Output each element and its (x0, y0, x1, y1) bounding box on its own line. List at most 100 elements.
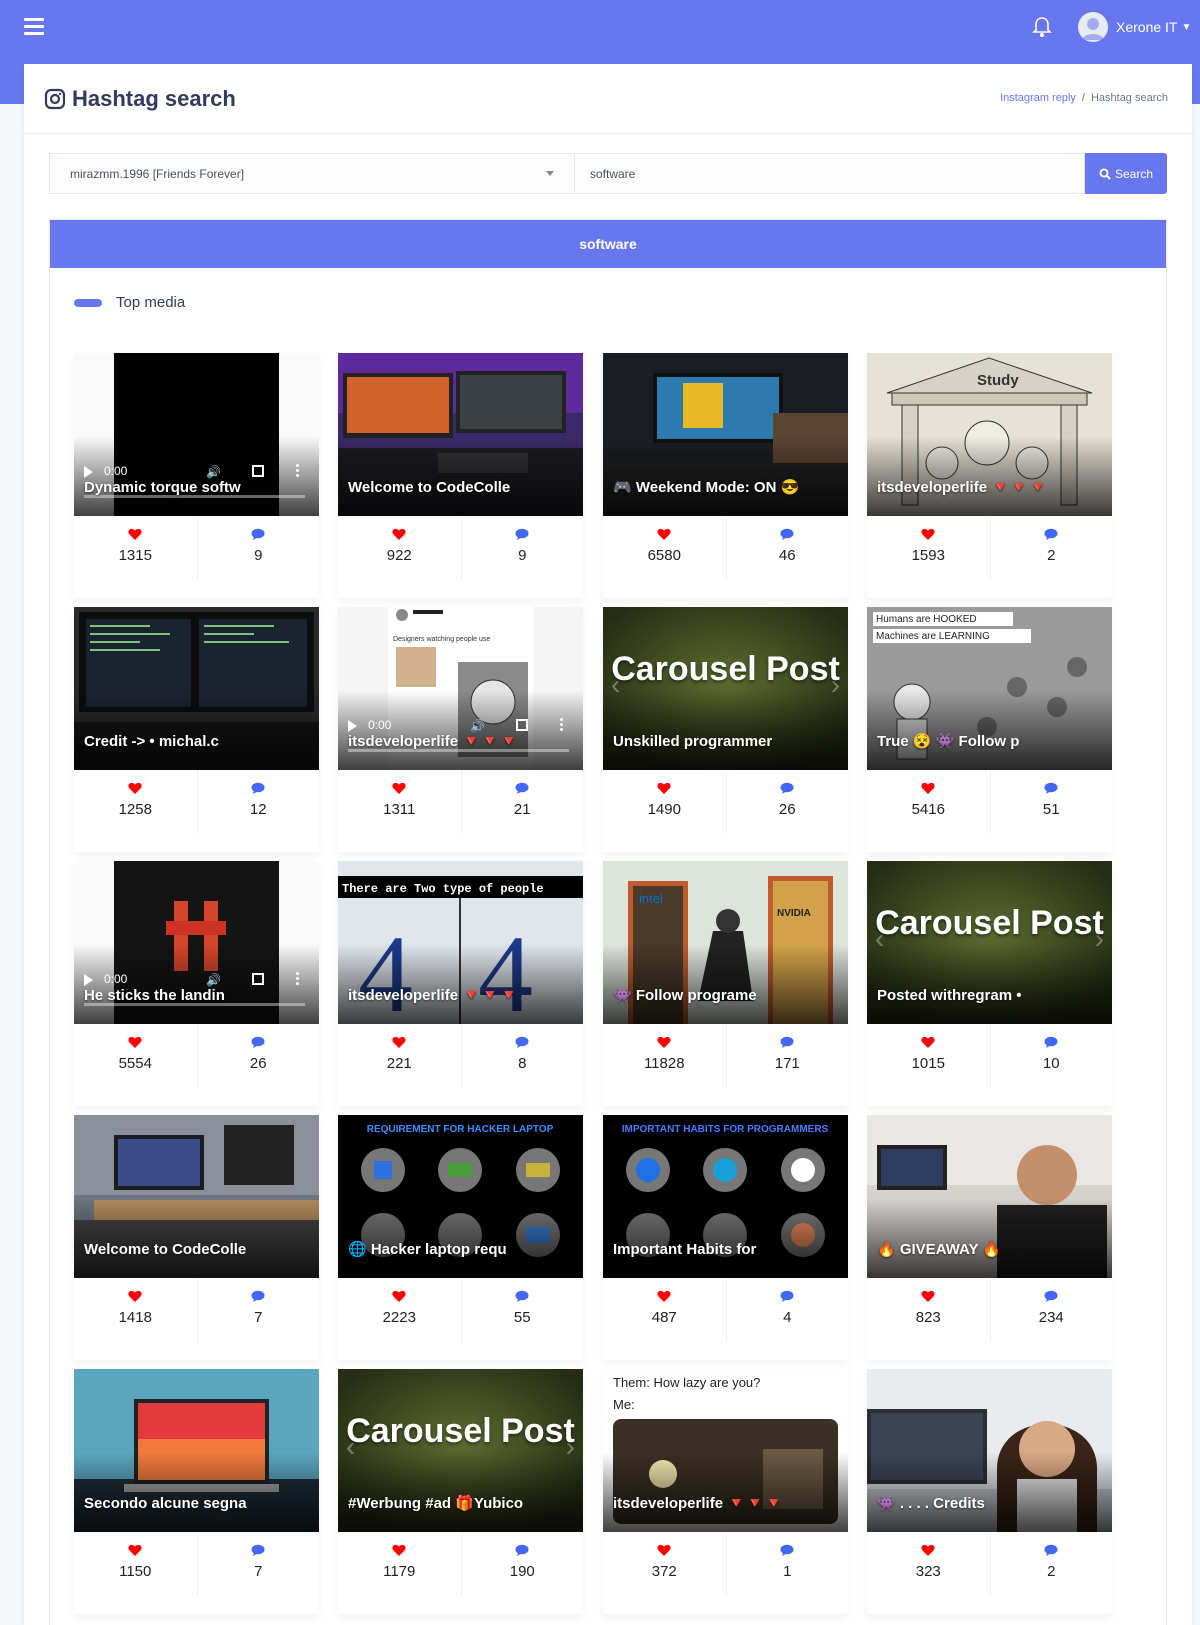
media-thumbnail[interactable]: 🎮 Weekend Mode: ON 😎 (603, 353, 848, 516)
heart-icon (392, 1036, 406, 1048)
more-options-icon[interactable] (560, 718, 563, 733)
comment-icon (515, 528, 529, 540)
comments-count: 55 (513, 1309, 531, 1326)
comments-stat: 21 (460, 770, 584, 834)
comment-icon (780, 782, 794, 794)
breadcrumb-link-instagram-reply[interactable]: Instagram reply (1000, 92, 1076, 104)
heart-icon (657, 782, 671, 794)
caption-shade (74, 690, 319, 770)
heart-icon (128, 782, 142, 794)
likes-stat: 1258 (74, 770, 197, 834)
likes-count: 487 (651, 1309, 677, 1326)
media-thumbnail[interactable]: 0:00 🔊 He sticks the landin (74, 861, 319, 1024)
volume-icon[interactable]: 🔊 (470, 719, 485, 733)
media-stats: 1311 21 (338, 770, 583, 834)
caption-shade (338, 1452, 583, 1532)
caption-shade (867, 1198, 1112, 1278)
media-caption: Unskilled programmer (613, 733, 773, 750)
comment-icon (251, 782, 265, 794)
media-caption: itsdeveloperlife 🔻🔻🔻 (348, 987, 519, 1004)
fullscreen-icon[interactable] (252, 973, 264, 985)
media-thumbnail[interactable]: Credit -> • michal.c (74, 607, 319, 770)
comment-icon (1044, 528, 1058, 540)
media-thumbnail[interactable]: Secondo alcune segna (74, 1369, 319, 1532)
likes-count: 11828 (643, 1055, 685, 1072)
fullscreen-icon[interactable] (516, 719, 528, 731)
comment-icon (515, 1290, 529, 1302)
media-thumbnail[interactable]: There are Two type of people44itsdevelop… (338, 861, 583, 1024)
media-card: There are Two type of people44itsdevelop… (338, 861, 583, 1106)
media-card: ‹ › Carousel Post Posted withregram • 1015 10 (867, 861, 1112, 1106)
fullscreen-icon[interactable] (252, 465, 264, 477)
caption-shade (603, 690, 848, 770)
heart-icon (128, 1290, 142, 1302)
svg-text:Study: Study (977, 372, 1019, 389)
heart-icon (128, 1036, 142, 1048)
bell-icon[interactable] (1032, 16, 1052, 38)
media-thumbnail[interactable]: ‹ › Carousel Post Posted withregram • (867, 861, 1112, 1024)
media-thumbnail[interactable]: Welcome to CodeColle (74, 1115, 319, 1278)
volume-icon[interactable]: 🔊 (206, 973, 221, 987)
comment-icon (515, 782, 529, 794)
heart-icon (128, 528, 142, 540)
search-button[interactable]: Search (1085, 153, 1167, 194)
carousel-label: Carousel Post (346, 1412, 575, 1450)
media-stats: 1179 190 (338, 1532, 583, 1596)
volume-icon[interactable]: 🔊 (206, 465, 221, 479)
media-caption: 🔥 GIVEAWAY 🔥 (877, 1241, 1002, 1258)
likes-stat: 5416 (867, 770, 990, 834)
caption-shade (74, 1452, 319, 1532)
media-thumbnail[interactable]: REQUIREMENT FOR HACKER LAPTOP 🌐 Hacker la… (338, 1115, 583, 1278)
media-card: Humans are HOOKED Machines are LEARNING Tr… (867, 607, 1112, 852)
caption-shade (867, 436, 1112, 516)
page-title: Hashtag search (44, 86, 236, 112)
likes-count: 323 (915, 1563, 941, 1580)
comments-count: 7 (254, 1309, 263, 1326)
comment-icon (780, 528, 794, 540)
search-icon (1099, 168, 1111, 180)
comments-count: 4 (783, 1309, 792, 1326)
media-caption: 🎮 Weekend Mode: ON 😎 (613, 479, 800, 496)
more-options-icon[interactable] (296, 972, 299, 987)
media-thumbnail[interactable]: Welcome to CodeColle (338, 353, 583, 516)
likes-stat: 1179 (338, 1532, 461, 1596)
page-title-text: Hashtag search (72, 86, 236, 111)
media-thumbnail[interactable]: ‹ › Carousel Post #Werbung #ad 🎁Yubico (338, 1369, 583, 1532)
play-icon[interactable] (84, 974, 93, 986)
comments-count: 12 (249, 801, 267, 818)
likes-count: 6580 (647, 547, 681, 564)
user-menu[interactable]: Xerone IT ▼ (1078, 12, 1191, 42)
media-caption: 🌐 Hacker laptop requ (348, 1241, 507, 1258)
play-icon[interactable] (84, 466, 93, 478)
more-options-icon[interactable] (296, 464, 299, 479)
media-thumbnail[interactable]: intel NVIDIA 👾 Follow programe (603, 861, 848, 1024)
media-thumbnail[interactable]: 0:00 🔊 Dynamic torque softw (74, 353, 319, 516)
comments-stat: 12 (196, 770, 320, 834)
hashtag-input[interactable] (575, 153, 1085, 194)
media-thumbnail[interactable]: 👾 . . . . Credits (867, 1369, 1112, 1532)
comment-icon (251, 1544, 265, 1556)
likes-count: 922 (386, 547, 412, 564)
svg-text:Them: How lazy are you?: Them: How lazy are you? (613, 1375, 760, 1390)
svg-text:Me:: Me: (613, 1397, 635, 1412)
media-stats: 11828 171 (603, 1024, 848, 1088)
media-thumbnail[interactable]: Them: How lazy are you? Me: itsdeveloperli… (603, 1369, 848, 1532)
likes-count: 1311 (383, 801, 416, 818)
media-thumbnail[interactable]: ‹ › Carousel Post Unskilled programmer (603, 607, 848, 770)
heart-icon (657, 1290, 671, 1302)
media-thumbnail[interactable]: IMPORTANT HABITS FOR PROGRAMMERS Importan… (603, 1115, 848, 1278)
menu-toggle-icon[interactable] (24, 18, 44, 36)
media-stats: 5554 26 (74, 1024, 319, 1088)
avatar (1078, 12, 1108, 42)
likes-stat: 1315 (74, 516, 197, 580)
account-select[interactable]: mirazmm.1996 [Friends Forever] (49, 153, 575, 194)
media-thumbnail[interactable]: Study itsdeveloperlife 🔻🔻🔻 (867, 353, 1112, 516)
heart-icon (392, 782, 406, 794)
comments-count: 51 (1042, 801, 1060, 818)
media-thumbnail[interactable]: Humans are HOOKED Machines are LEARNING Tr… (867, 607, 1112, 770)
play-icon[interactable] (348, 720, 357, 732)
breadcrumb-separator: / (1081, 92, 1085, 104)
heart-icon (921, 782, 935, 794)
media-thumbnail[interactable]: Designers watching people use 0:00 🔊 itsde… (338, 607, 583, 770)
media-thumbnail[interactable]: 🔥 GIVEAWAY 🔥 (867, 1115, 1112, 1278)
